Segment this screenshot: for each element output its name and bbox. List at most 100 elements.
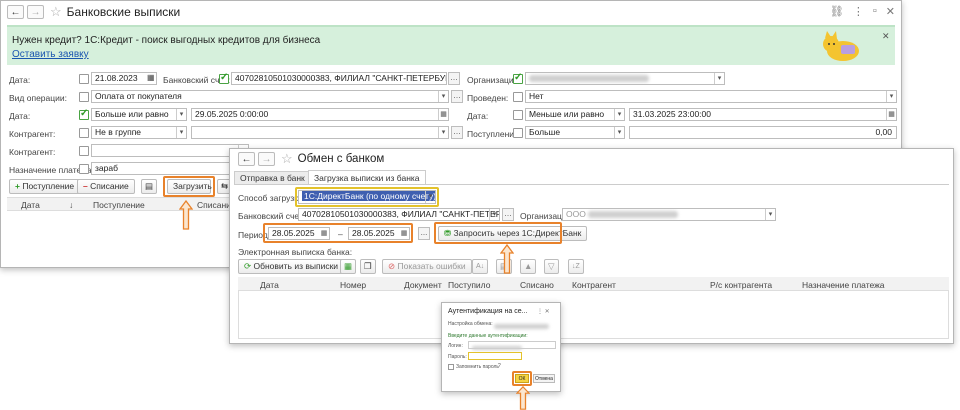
up-icon[interactable]: ▲ — [520, 259, 537, 274]
remember-password-checkbox[interactable] — [448, 364, 454, 370]
sort-az-icon[interactable]: A↓ — [472, 259, 489, 274]
income-filter-checkbox[interactable] — [513, 128, 523, 138]
operation-filter-checkbox[interactable] — [79, 92, 89, 102]
remember-help-icon[interactable]: ? — [498, 363, 501, 369]
income-condition-field[interactable]: Больше ▾ — [525, 126, 625, 139]
exchange-account-choose-button[interactable]: … — [502, 208, 514, 221]
posted-filter-checkbox[interactable] — [513, 92, 523, 102]
operation-type-field[interactable]: Оплата от покупателя ▾ — [91, 90, 449, 103]
date-to-condition-value: Меньше или равно — [529, 109, 605, 119]
counterparty-choose-button[interactable]: … — [451, 126, 463, 139]
auth-password-field[interactable] — [468, 352, 522, 360]
col-st-document[interactable]: Документ — [404, 280, 442, 290]
link-icon[interactable]: ⛓ — [830, 5, 844, 18]
col-income[interactable]: Поступление — [93, 200, 145, 210]
period-choose-button[interactable]: ... — [418, 227, 430, 240]
add-expense-button[interactable]: – Списание — [77, 179, 135, 194]
income-condition-value: Больше — [529, 127, 561, 137]
auth-dialog-controls: ⋮ ✕ — [537, 308, 550, 315]
operation-choose-button[interactable]: … — [451, 90, 463, 103]
date-to-field[interactable]: 31.03.2025 23:00:00 ▦ — [629, 108, 897, 121]
tab-send-to-bank[interactable]: Отправка в банк — [234, 171, 311, 185]
date-from-filter-checkbox[interactable] — [79, 108, 89, 120]
period-highlight — [263, 223, 413, 243]
arrow-to-request-button-icon — [500, 244, 514, 274]
restore-icon[interactable]: ▫ — [873, 5, 877, 18]
account-choose-button[interactable]: … — [448, 72, 460, 85]
print-button[interactable]: ▤ — [141, 179, 158, 194]
counterparty2-field[interactable]: ▾ — [91, 144, 249, 157]
copy-icon[interactable]: ❐ — [360, 259, 376, 274]
counterparty-condition-field[interactable]: Не в группе ▾ — [91, 126, 187, 139]
counterparty2-filter-checkbox[interactable] — [79, 146, 89, 156]
auth-settings-value — [494, 321, 549, 331]
add-income-button[interactable]: + Поступление — [9, 179, 81, 194]
purpose-filter-checkbox[interactable] — [79, 164, 89, 174]
col-st-income[interactable]: Поступило — [448, 280, 490, 290]
auth-settings-label: Настройка обмена: — [448, 321, 493, 327]
income-amount-field[interactable]: 0,00 — [629, 126, 897, 139]
show-errors-button[interactable]: ⊘ Показать ошибки — [382, 259, 472, 274]
date-to-filter-checkbox[interactable] — [513, 110, 523, 120]
operation-type-value: Оплата от покупателя — [95, 91, 182, 101]
banner-close-icon[interactable]: ✕ — [882, 31, 890, 42]
counterparty-filter-checkbox[interactable] — [79, 128, 89, 138]
col-st-counterparty[interactable]: Контрагент — [572, 280, 616, 290]
purpose-field[interactable]: зараб — [91, 162, 249, 175]
col-st-account[interactable]: Р/с контрагента — [710, 280, 772, 290]
cat-mascot-icon — [819, 29, 863, 63]
auth-password-label: Пароль: — [448, 354, 467, 360]
exchange-account-value: 40702810501030000383, ФИЛИАЛ "САНКТ-ПЕТЕ… — [302, 209, 499, 219]
down-icon[interactable]: ▽ — [544, 259, 559, 274]
exchange-back-button[interactable]: ← — [238, 152, 255, 166]
col-st-purpose[interactable]: Назначение платежа — [802, 280, 885, 290]
more-icon[interactable]: ⋮ — [853, 5, 864, 18]
exchange-titlebar: ← → ☆ Обмен с банком — [230, 149, 953, 169]
remember-password-label: Запомнить пароль — [456, 364, 500, 370]
counterparty2-label: Контрагент: — [9, 147, 56, 157]
banner-link[interactable]: Оставить заявку — [12, 49, 89, 60]
refresh-from-statement-button[interactable]: ⟳ Обновить из выписки — [238, 259, 345, 274]
exchange-favorite-star-icon[interactable]: ☆ — [281, 151, 293, 167]
account-filter-checkbox[interactable] — [219, 72, 229, 84]
load-button-highlight — [163, 176, 215, 197]
date-to-value: 31.03.2025 23:00:00 — [633, 109, 711, 119]
auth-cancel-button[interactable]: Отмена — [533, 374, 555, 383]
date-from-field[interactable]: 29.05.2025 0:00:00 ▦ — [191, 108, 449, 121]
show-errors-label: Показать ошибки — [397, 261, 466, 271]
auth-close-icon[interactable]: ✕ — [545, 309, 550, 315]
calendar-icon[interactable]: ▦ — [147, 73, 155, 82]
col-date[interactable]: Дата — [21, 200, 40, 210]
account-field[interactable]: 40702810501030000383, ФИЛИАЛ "САНКТ-ПЕТЕ… — [231, 72, 447, 85]
tab-load-statement[interactable]: Загрузка выписки из банка — [308, 170, 426, 185]
auth-login-field[interactable] — [468, 341, 556, 350]
favorite-star-icon[interactable]: ☆ — [50, 4, 62, 20]
exchange-account-field[interactable]: 40702810501030000383, ФИЛИАЛ "САНКТ-ПЕТЕ… — [298, 208, 500, 221]
posted-field[interactable]: Нет ▾ — [525, 90, 897, 103]
auth-ok-highlight — [512, 371, 532, 386]
organization-field[interactable]: ▾ — [525, 72, 725, 85]
date-from-condition-value: Больше или равно — [95, 109, 169, 119]
close-icon[interactable]: ✕ — [886, 5, 895, 18]
counterparty-field[interactable]: ▾ — [191, 126, 449, 139]
organization-filter-checkbox[interactable] — [513, 72, 523, 84]
date-filter-checkbox[interactable] — [79, 74, 89, 84]
operation-type-label: Вид операции: — [9, 93, 67, 103]
auth-more-icon[interactable]: ⋮ — [537, 309, 543, 315]
date-to-condition-field[interactable]: Меньше или равно ▾ — [525, 108, 625, 121]
forward-button[interactable]: → — [27, 5, 44, 19]
sort-za-icon[interactable]: ↓Z — [568, 259, 584, 274]
exchange-org-field[interactable]: ООО ▾ — [562, 208, 776, 221]
date-from-condition-field[interactable]: Больше или равно ▾ — [91, 108, 187, 121]
statement-label: Электронная выписка банка: — [238, 247, 353, 257]
add-income-label: Поступление — [22, 181, 75, 191]
col-st-expense[interactable]: Списано — [520, 280, 554, 290]
counterparty-condition-value: Не в группе — [95, 127, 142, 137]
add-expense-label: Списание — [90, 181, 129, 191]
exchange-forward-button[interactable]: → — [258, 152, 275, 166]
back-button[interactable]: ← — [7, 5, 24, 19]
excel-icon[interactable]: ▦ — [340, 259, 357, 274]
sort-down-icon: ↓ — [69, 200, 74, 210]
col-st-date[interactable]: Дата — [260, 280, 279, 290]
col-st-number[interactable]: Номер — [340, 280, 366, 290]
